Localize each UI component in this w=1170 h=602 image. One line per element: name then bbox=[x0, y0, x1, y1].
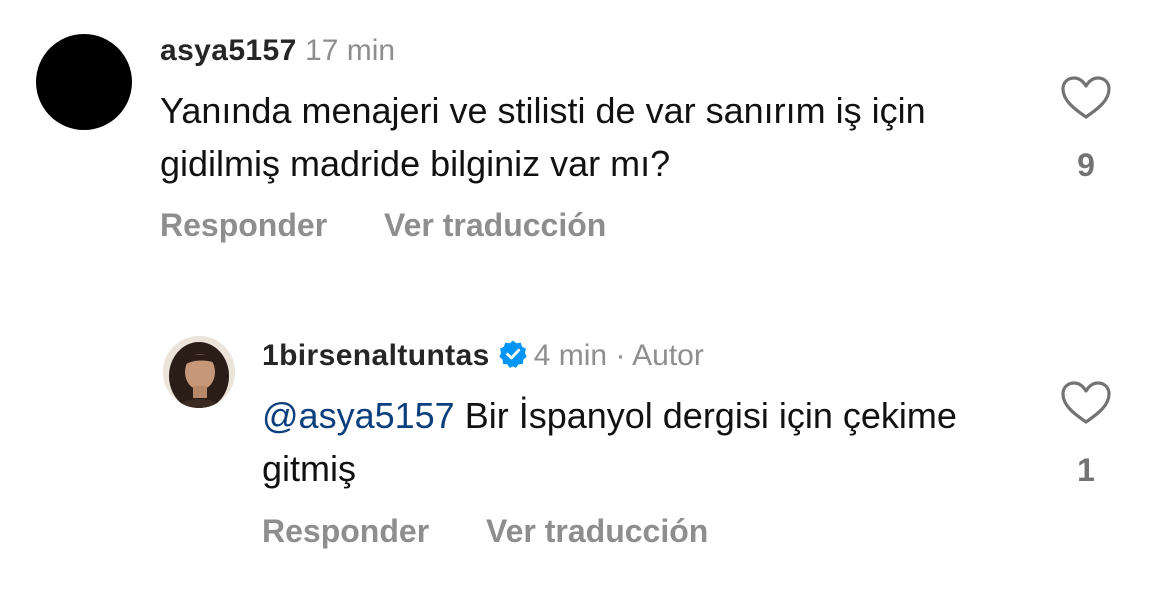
translate-button[interactable]: Ver traducción bbox=[384, 207, 606, 244]
comment: asya5157 17 min Yanında menajeri ve stil… bbox=[0, 0, 1170, 290]
heart-icon[interactable] bbox=[1060, 75, 1112, 121]
comment-meta: 1birsenaltuntas 4 min · Autor bbox=[262, 338, 704, 374]
translate-button[interactable]: Ver traducción bbox=[486, 513, 708, 550]
comment-actions: Responder Ver traducción bbox=[262, 513, 708, 550]
comment-text: Yanında menajeri ve stilisti de var sanı… bbox=[160, 90, 926, 184]
meta-separator: · bbox=[615, 339, 626, 372]
username[interactable]: asya5157 bbox=[160, 34, 297, 67]
like-count: 1 bbox=[1077, 452, 1095, 488]
reply-button[interactable]: Responder bbox=[262, 513, 429, 550]
username[interactable]: 1birsenaltuntas bbox=[262, 339, 490, 372]
author-badge: Autor bbox=[632, 339, 704, 372]
reply-button[interactable]: Responder bbox=[160, 207, 327, 244]
like-group: 9 bbox=[1056, 75, 1116, 184]
comment-actions: Responder Ver traducción bbox=[160, 207, 606, 244]
verified-badge-icon bbox=[499, 340, 527, 368]
profile-photo bbox=[163, 336, 235, 408]
heart-icon[interactable] bbox=[1060, 380, 1112, 426]
comment-text: @asya5157 Bir İspanyol dergisi için çeki… bbox=[262, 389, 982, 495]
comment-time: 4 min bbox=[533, 339, 608, 372]
avatar[interactable] bbox=[163, 336, 235, 408]
like-count: 9 bbox=[1077, 147, 1095, 183]
comment-meta: asya5157 17 min bbox=[160, 33, 395, 69]
reply-comment: 1birsenaltuntas 4 min · Autor @asya5157 … bbox=[0, 300, 1170, 602]
avatar[interactable] bbox=[36, 34, 132, 130]
mention-link[interactable]: @asya5157 bbox=[262, 395, 455, 436]
comment-time: 17 min bbox=[305, 34, 396, 67]
like-group: 1 bbox=[1056, 380, 1116, 489]
